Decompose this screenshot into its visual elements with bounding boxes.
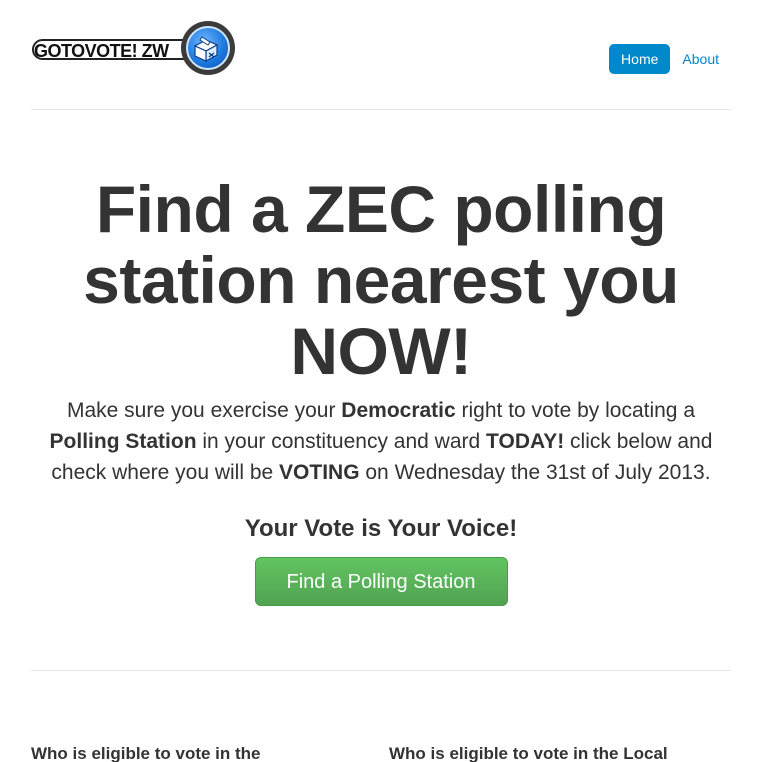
lead-emphasis: VOTING: [279, 461, 360, 484]
jumbotron: Find a ZEC polling station nearest you N…: [31, 110, 731, 671]
nav-about-link[interactable]: About: [670, 44, 731, 74]
headline-line-3: NOW!: [290, 314, 472, 388]
lead-emphasis: Polling Station: [49, 430, 197, 453]
lead-paragraph: Make sure you exercise your Democratic r…: [31, 395, 731, 488]
lead-text: on Wednesday the 31st of July 2013.: [359, 461, 711, 484]
nav-home-link[interactable]: Home: [609, 44, 671, 74]
ballot-box-icon: [186, 26, 230, 70]
logo-text: GOTOVOTE! ZW: [34, 41, 169, 61]
eligibility-heading: Who is eligible to vote in the: [31, 744, 261, 762]
lead-emphasis: TODAY!: [486, 430, 565, 453]
lead-emphasis: Democratic: [341, 399, 456, 422]
site-logo[interactable]: GOTOVOTE! ZW: [31, 18, 239, 78]
lead-text: in your constituency and ward: [196, 430, 487, 453]
info-columns: Who is eligible to vote in the Who is el…: [31, 671, 731, 762]
header: GOTOVOTE! ZW Home About: [31, 0, 731, 110]
tagline: Your Vote is Your Voice!: [244, 515, 518, 542]
lead-text: right to vote by locating a: [455, 399, 695, 422]
logo-badge: [181, 21, 235, 75]
headline-line-2: station nearest you: [83, 243, 679, 317]
lead-text: Make sure you exercise your: [67, 399, 342, 422]
local-eligibility-heading: Who is eligible to vote in the Local: [389, 744, 668, 762]
page-container: GOTOVOTE! ZW Home About Find a ZEC polli…: [31, 0, 731, 762]
headline-line-1: Find a ZEC polling: [95, 172, 667, 246]
find-polling-station-button[interactable]: Find a Polling Station: [254, 557, 508, 606]
page-title: Find a ZEC polling station nearest you N…: [31, 110, 731, 387]
main-nav: Home About: [609, 44, 731, 74]
